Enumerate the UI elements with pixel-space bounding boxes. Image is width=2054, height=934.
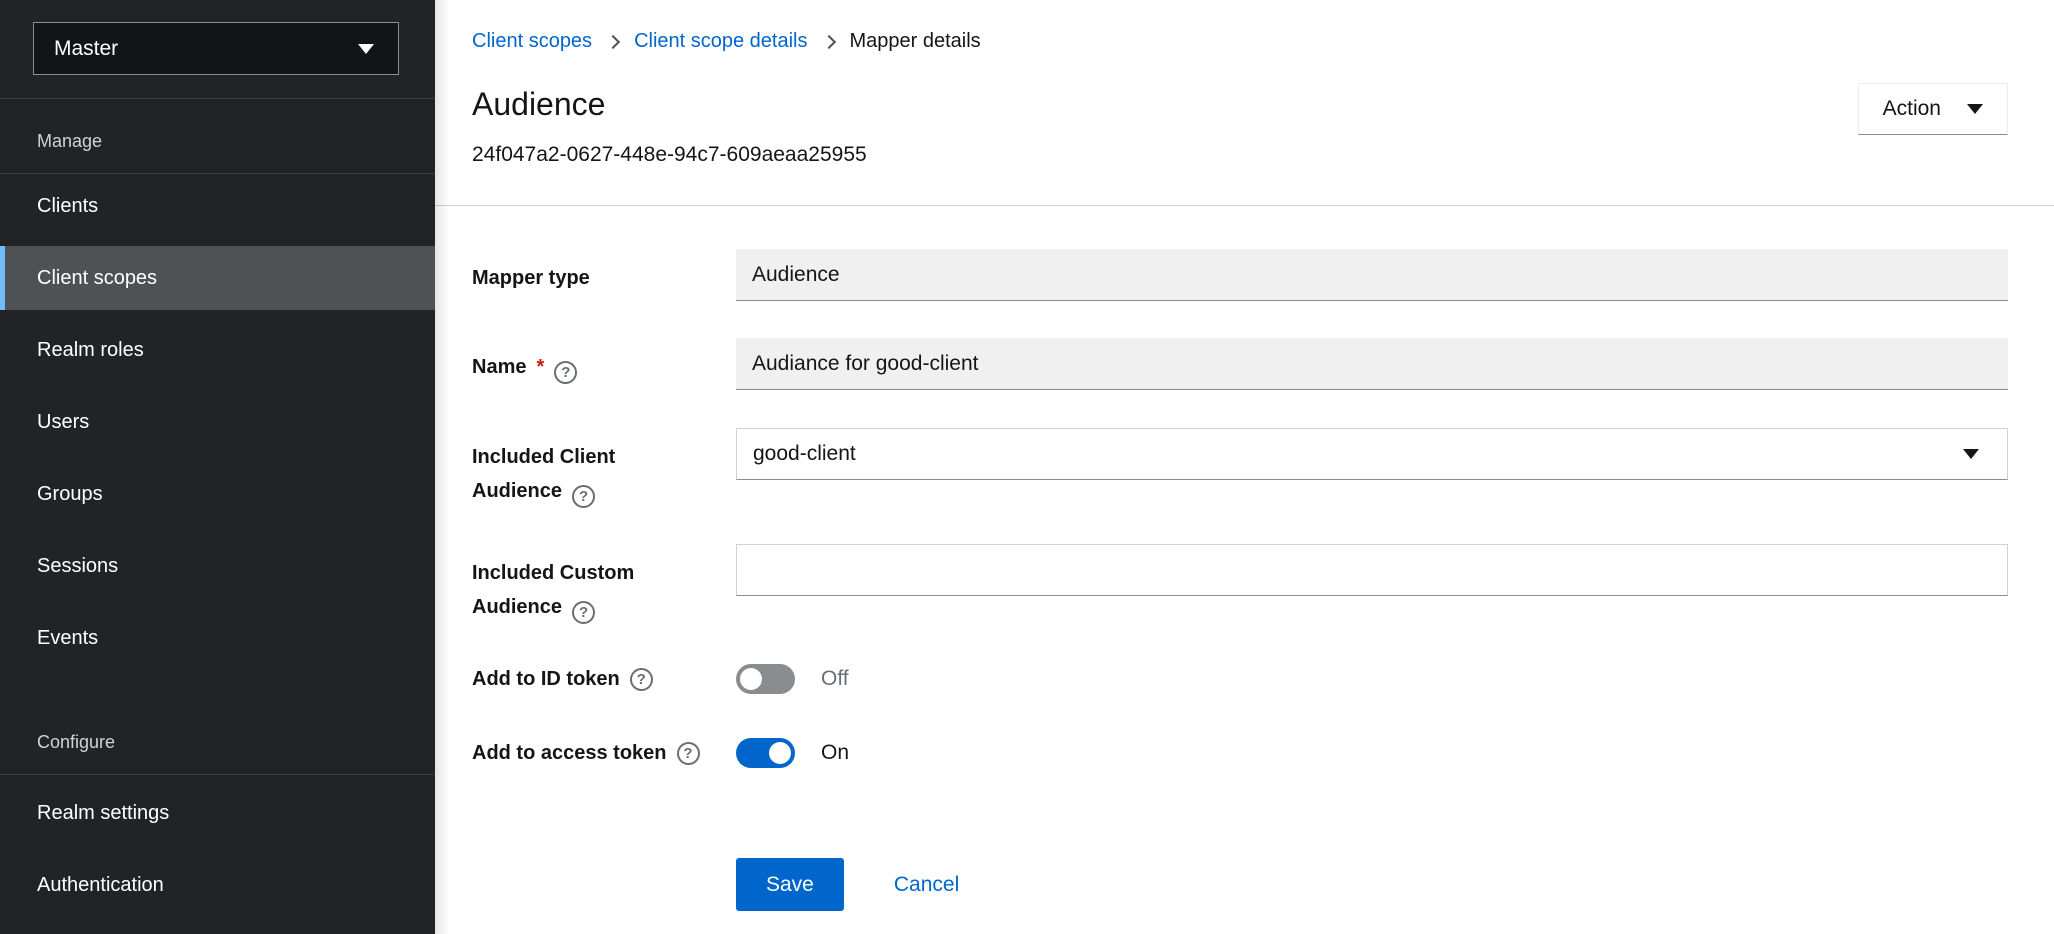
sidebar-item-realm-roles[interactable]: Realm roles xyxy=(0,318,435,382)
cancel-link[interactable]: Cancel xyxy=(894,873,959,897)
form-row-mapper-type: Mapper type xyxy=(472,249,2008,301)
sidebar-item-events[interactable]: Events xyxy=(0,606,435,670)
toggle-knob xyxy=(740,668,762,690)
chevron-down-icon xyxy=(1967,104,1983,114)
help-icon[interactable]: ? xyxy=(572,601,595,624)
included-client-audience-select[interactable]: good-client xyxy=(736,428,2008,480)
add-to-id-token-toggle[interactable] xyxy=(736,664,795,694)
mapper-type-label: Mapper type xyxy=(472,249,736,301)
action-dropdown-button[interactable]: Action xyxy=(1858,83,2008,135)
mapper-type-field[interactable] xyxy=(736,249,2008,301)
realm-selector-value: Master xyxy=(54,37,118,61)
included-client-audience-value: good-client xyxy=(753,442,856,466)
help-icon[interactable]: ? xyxy=(572,485,595,508)
add-to-id-token-state: Off xyxy=(821,667,849,691)
chevron-down-icon xyxy=(358,44,374,54)
form-row-included-client-audience: Included Client Audience? good-client xyxy=(472,428,2008,508)
mapper-form: Mapper type Name*? Included Client Audie… xyxy=(472,249,2008,911)
main-content: Client scopes Client scope details Mappe… xyxy=(435,0,2054,934)
sidebar-item-client-scopes[interactable]: Client scopes xyxy=(0,246,435,310)
included-custom-audience-field[interactable] xyxy=(736,544,2008,596)
included-client-audience-label: Included Client Audience? xyxy=(472,428,736,508)
add-to-access-token-toggle[interactable] xyxy=(736,738,795,768)
page-title: Audience xyxy=(472,87,867,121)
form-row-included-custom-audience: Included Custom Audience? xyxy=(472,544,2008,624)
toggle-knob xyxy=(769,742,791,764)
required-asterisk: * xyxy=(536,356,544,378)
sidebar-item-clients[interactable]: Clients xyxy=(0,174,435,238)
help-icon[interactable]: ? xyxy=(630,668,653,691)
sidebar-item-realm-settings[interactable]: Realm settings xyxy=(0,781,435,845)
included-custom-audience-label: Included Custom Audience? xyxy=(472,544,736,624)
nav-section-title-configure: Configure xyxy=(0,700,435,756)
sidebar-item-groups[interactable]: Groups xyxy=(0,462,435,526)
form-actions: Save Cancel xyxy=(736,858,2008,911)
breadcrumb-link-client-scopes[interactable]: Client scopes xyxy=(472,30,592,53)
chevron-right-icon xyxy=(821,34,835,48)
sidebar-item-authentication[interactable]: Authentication xyxy=(0,853,435,917)
add-to-access-token-label: Add to access token? xyxy=(472,738,736,768)
chevron-right-icon xyxy=(606,34,620,48)
nav-section-manage: Manage Clients Client scopes Realm roles… xyxy=(0,99,435,670)
breadcrumb: Client scopes Client scope details Mappe… xyxy=(472,30,2008,53)
add-to-id-token-label: Add to ID token? xyxy=(472,664,736,694)
header-divider xyxy=(435,205,2054,206)
breadcrumb-link-client-scope-details[interactable]: Client scope details xyxy=(634,30,807,53)
page-header: Audience 24f047a2-0627-448e-94c7-609aeaa… xyxy=(472,87,2008,167)
nav-section-configure: Configure Realm settings Authentication xyxy=(0,700,435,917)
name-label: Name*? xyxy=(472,338,736,390)
page-subtitle: 24f047a2-0627-448e-94c7-609aeaa25955 xyxy=(472,143,867,167)
name-field[interactable] xyxy=(736,338,2008,390)
form-row-add-to-id-token: Add to ID token? Off xyxy=(472,664,2008,694)
nav-section-title-manage: Manage xyxy=(0,99,435,155)
form-row-name: Name*? xyxy=(472,338,2008,390)
sidebar: Master Manage Clients Client scopes Real… xyxy=(0,0,435,934)
save-button[interactable]: Save xyxy=(736,858,844,911)
help-icon[interactable]: ? xyxy=(554,361,577,384)
help-icon[interactable]: ? xyxy=(677,742,700,765)
action-button-label: Action xyxy=(1883,97,1941,121)
chevron-down-icon xyxy=(1963,449,1979,459)
breadcrumb-current: Mapper details xyxy=(850,30,981,53)
realm-selector[interactable]: Master xyxy=(33,22,399,75)
sidebar-item-users[interactable]: Users xyxy=(0,390,435,454)
form-row-add-to-access-token: Add to access token? On xyxy=(472,738,2008,768)
sidebar-item-sessions[interactable]: Sessions xyxy=(0,534,435,598)
add-to-access-token-state: On xyxy=(821,741,849,765)
